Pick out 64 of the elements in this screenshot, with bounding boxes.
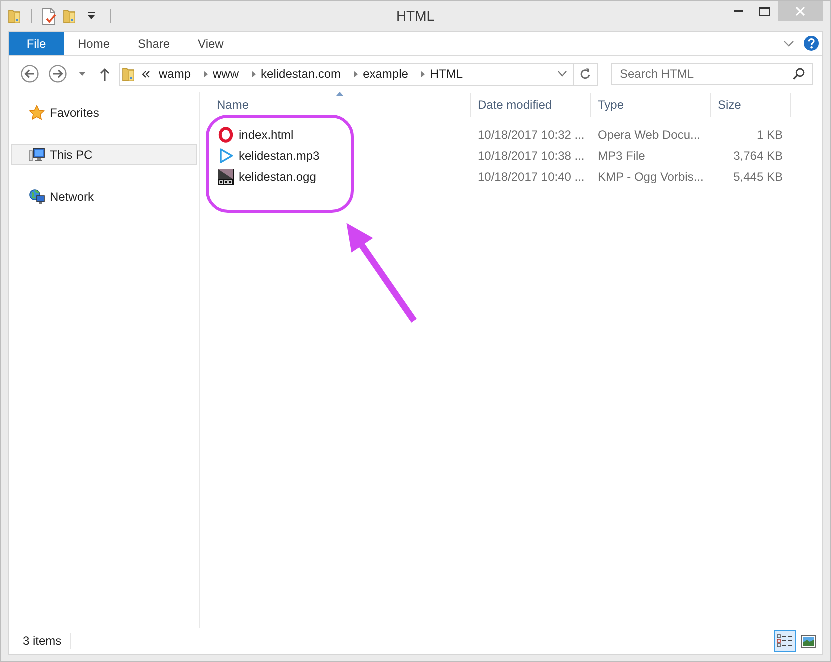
address-dropdown-chevron-icon[interactable]: [558, 71, 567, 77]
details-list-icon: [777, 634, 793, 648]
date-modified-cell-text: 10/18/2017 10:40 ...: [477, 168, 586, 186]
play-triangle-icon: [218, 148, 234, 164]
file-menu-button[interactable]: File: [9, 32, 64, 55]
address-bar[interactable]: wamp www kelidestan.com example HTML: [119, 62, 598, 86]
file-name[interactable]: kelidestan.mp3: [239, 146, 320, 164]
type-cell-text: MP3 File: [597, 148, 646, 164]
navigation-item[interactable]: This PC: [11, 144, 197, 165]
column-header[interactable]: Date modified: [471, 93, 591, 117]
date-modified-cell-text: 10/18/2017 10:38 ...: [477, 148, 586, 164]
type-cell-text: KMP - Ogg Vorbis...: [597, 168, 705, 186]
search-field[interactable]: Search HTML: [611, 63, 813, 85]
breadcrumb-arrow-icon[interactable]: [252, 70, 256, 78]
type-cell-text: Opera Web Docu...: [597, 126, 702, 144]
back-icon[interactable]: [21, 65, 39, 83]
close-icon: [796, 6, 805, 16]
address-folder-icon: [122, 66, 135, 82]
date-modified-cell-text: 10/18/2017 10:32 ...: [477, 126, 586, 144]
column-header[interactable]: Type: [591, 93, 711, 117]
navigation-item[interactable]: Favorites: [11, 102, 197, 123]
view-mode-button[interactable]: [774, 630, 796, 652]
breadcrumb-arrow-icon[interactable]: [204, 70, 208, 78]
breadcrumb-arrow-icon[interactable]: [421, 70, 426, 78]
breadcrumb-segment[interactable]: kelidestan.com: [257, 65, 346, 83]
maximize-icon: [759, 6, 770, 16]
window-title: HTML: [396, 6, 435, 26]
folder-icon: [8, 8, 21, 24]
ring-file-icon: [218, 126, 234, 142]
column-header[interactable]: Name: [210, 93, 471, 117]
forward-icon[interactable]: [49, 65, 67, 83]
computer-icon: [29, 146, 45, 162]
breadcrumb-segment[interactable]: www: [209, 65, 244, 83]
size-cell-text: 5,445 KB: [732, 168, 784, 186]
breadcrumb-segment[interactable]: wamp: [155, 65, 196, 83]
star-icon: [29, 104, 45, 120]
size-cell-text: 3,764 KB: [732, 148, 784, 164]
sort-ascending-caret-icon: [336, 92, 344, 96]
file-name[interactable]: index.html: [239, 126, 294, 144]
search-icon[interactable]: [793, 68, 805, 80]
breadcrumb-segment[interactable]: HTML: [426, 65, 468, 83]
ribbon-tab[interactable]: Home: [64, 32, 124, 55]
column-header[interactable]: Size: [711, 93, 791, 117]
ogg-file-icon: [218, 168, 234, 184]
double-chevron-icon[interactable]: [142, 70, 150, 78]
help-icon[interactable]: [804, 36, 819, 51]
breadcrumb-arrow-icon[interactable]: [354, 70, 358, 78]
item-count: 3 items: [9, 633, 71, 649]
network-globe-icon: [29, 188, 45, 204]
refresh-icon: [580, 68, 591, 80]
up-arrow-icon[interactable]: [100, 68, 110, 80]
recent-locations-caret-icon[interactable]: [79, 72, 86, 76]
new-folder-icon: [63, 8, 76, 24]
expand-ribbon-chevron-icon[interactable]: [784, 40, 794, 46]
ribbon-tab[interactable]: Share: [124, 32, 184, 55]
customize-caret-icon[interactable]: [87, 12, 96, 20]
document-check-icon[interactable]: [42, 8, 57, 24]
minimize-icon: [734, 10, 742, 12]
ribbon-tab[interactable]: View: [184, 32, 238, 55]
file-name[interactable]: kelidestan.ogg: [239, 168, 316, 186]
size-cell-text: 1 KB: [756, 126, 784, 144]
picture-tiles-icon: [800, 634, 816, 648]
breadcrumb-segment[interactable]: example: [359, 65, 412, 83]
navigation-item[interactable]: Network: [11, 186, 197, 207]
